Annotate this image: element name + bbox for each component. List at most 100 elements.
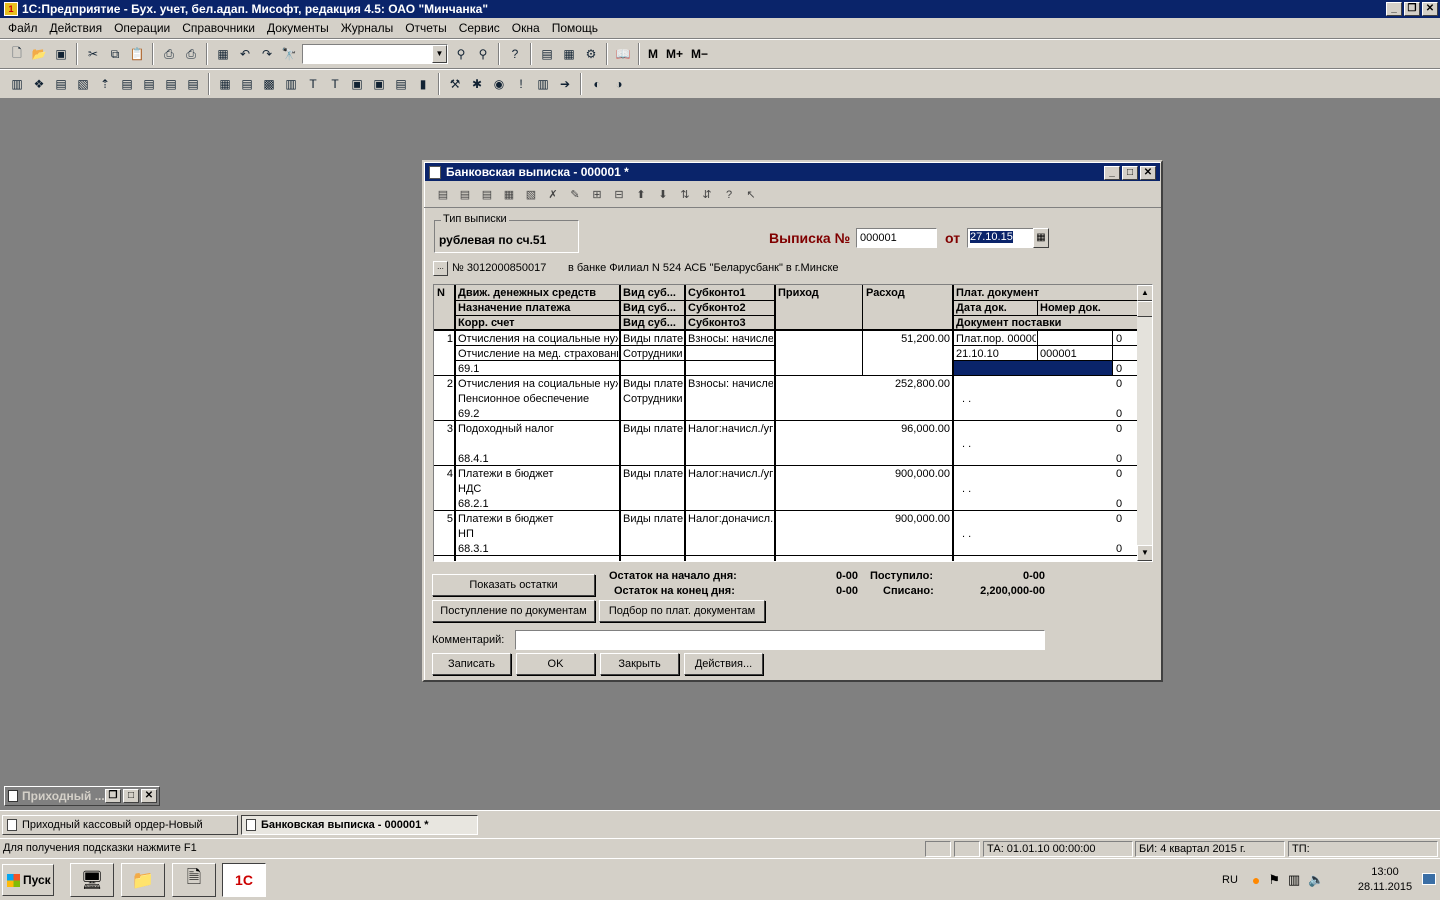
- cell-subconto1[interactable]: Взносы: начисление: [688, 332, 773, 346]
- tab-bank-statement[interactable]: Банковская выписка - 000001 *: [241, 815, 478, 835]
- update-icon[interactable]: ●: [1252, 872, 1260, 888]
- cut-icon[interactable]: ✂: [84, 45, 102, 63]
- cell-cash-flow[interactable]: Отчисления на социальные нужды: [458, 377, 618, 391]
- statement-date-input[interactable]: 27.10.15: [967, 228, 1034, 248]
- open-folder-icon[interactable]: 📂: [30, 45, 48, 63]
- cell-cash-flow[interactable]: Платежи в бюджет: [458, 467, 618, 481]
- tool-1c-icon[interactable]: ◉: [490, 75, 508, 93]
- cell-subconto-type[interactable]: Виды платежей: [623, 512, 683, 526]
- 1c-app-icon[interactable]: 1C: [222, 863, 266, 897]
- help-question-icon[interactable]: ?: [506, 45, 524, 63]
- cash-receipt-icon[interactable]: ▤: [140, 75, 158, 93]
- cell-subconto-type[interactable]: Виды платежей: [623, 422, 683, 436]
- edit-icon[interactable]: ✎: [566, 186, 584, 204]
- flag-icon[interactable]: ⚑: [1268, 872, 1280, 888]
- cell-doc-date[interactable]: . .: [962, 482, 971, 496]
- menu-references[interactable]: Справочники: [176, 21, 261, 35]
- minimized-window[interactable]: Приходный ... ❐ □ ✕: [4, 786, 160, 806]
- menu-actions[interactable]: Действия: [44, 21, 109, 35]
- show-desktop-icon[interactable]: [1422, 873, 1436, 885]
- dialog-close-button[interactable]: ✕: [1140, 166, 1156, 180]
- memory-minus-button[interactable]: M−: [691, 47, 708, 61]
- cell-flag[interactable]: 0: [1116, 332, 1122, 346]
- select-payment-docs-button[interactable]: Подбор по плат. документам: [599, 600, 765, 622]
- network-icon[interactable]: ▥: [1288, 872, 1300, 888]
- cell-flag[interactable]: 0: [1116, 452, 1122, 466]
- tool-hammer-icon[interactable]: ⚒: [446, 75, 464, 93]
- help-icon[interactable]: ?: [720, 186, 738, 204]
- cell-cash-flow[interactable]: Подоходный налог: [458, 422, 618, 436]
- volume-muted-icon[interactable]: 🔈: [1308, 872, 1324, 888]
- report-list-icon[interactable]: ▤: [238, 75, 256, 93]
- context-help-icon[interactable]: ↖: [742, 186, 760, 204]
- new-document-icon[interactable]: 🗋: [8, 45, 26, 63]
- close-button[interactable]: ✕: [1422, 2, 1438, 16]
- cell-flag[interactable]: 0: [1116, 422, 1122, 436]
- report-doc2-icon[interactable]: ▣: [370, 75, 388, 93]
- cell-expense[interactable]: 900,000.00: [866, 467, 950, 481]
- save-button[interactable]: Записать: [432, 653, 511, 675]
- cell-subconto1[interactable]: Налог:начисл./уплачен: [688, 422, 773, 436]
- entries-journal-icon[interactable]: ▤: [52, 75, 70, 93]
- cell-expense[interactable]: 51,200.00: [866, 332, 950, 346]
- report-table-icon[interactable]: ▦: [216, 75, 234, 93]
- paste-icon[interactable]: 📋: [128, 45, 146, 63]
- clear-row-icon[interactable]: ▧: [522, 186, 540, 204]
- payment-order-icon[interactable]: ▤: [118, 75, 136, 93]
- add-row-icon[interactable]: ▤: [434, 186, 452, 204]
- fill-icon[interactable]: ⊟: [610, 186, 628, 204]
- tab-cash-receipt-order[interactable]: Приходный кассовый ордер-Новый: [2, 815, 238, 835]
- find-prev-icon[interactable]: ⚲: [474, 45, 492, 63]
- computer-icon[interactable]: 🖥: [70, 863, 114, 897]
- scroll-down-icon[interactable]: ▼: [1137, 545, 1152, 561]
- cell-corr-account[interactable]: 68.4.1: [458, 452, 618, 466]
- close-dialog-button[interactable]: Закрыть: [600, 653, 679, 675]
- chevron-down-icon[interactable]: ▼: [432, 45, 447, 63]
- move-down-icon[interactable]: ⬇: [654, 186, 672, 204]
- copy-row-icon[interactable]: ▤: [456, 186, 474, 204]
- cell-expense[interactable]: 96,000.00: [866, 422, 950, 436]
- sort-asc-icon[interactable]: ⇅: [676, 186, 694, 204]
- print-icon[interactable]: ⎙: [160, 45, 178, 63]
- cash-expense-icon[interactable]: ▤: [162, 75, 180, 93]
- cell-flag[interactable]: 0: [1116, 467, 1122, 481]
- tool-alert-icon[interactable]: !: [512, 75, 530, 93]
- cell-subconto-type[interactable]: Виды платежей: [623, 467, 683, 481]
- cell-subconto1[interactable]: Налог:доначисл.: [688, 512, 773, 526]
- scroll-up-icon[interactable]: ▲: [1137, 285, 1152, 301]
- menu-operations[interactable]: Операции: [108, 21, 176, 35]
- cell-purpose[interactable]: НДС: [458, 482, 618, 496]
- book-icon[interactable]: 📖: [614, 45, 632, 63]
- menu-reports[interactable]: Отчеты: [399, 21, 452, 35]
- ok-button[interactable]: OK: [516, 653, 595, 675]
- report-chart-icon[interactable]: ▮: [414, 75, 432, 93]
- comment-input[interactable]: [515, 630, 1045, 650]
- report-grid-icon[interactable]: ▩: [260, 75, 278, 93]
- restore-window-button[interactable]: ❐: [105, 789, 121, 803]
- menu-documents[interactable]: Документы: [261, 21, 335, 35]
- cell-purpose[interactable]: НП: [458, 527, 618, 541]
- menu-service[interactable]: Сервис: [453, 21, 506, 35]
- close-window-button[interactable]: ✕: [141, 789, 157, 803]
- cell-subconto-type[interactable]: Виды платежей: [623, 332, 683, 346]
- cell-corr-account[interactable]: 69.1: [458, 362, 618, 376]
- save-icon[interactable]: ▣: [52, 45, 70, 63]
- receipts-by-documents-button[interactable]: Поступление по документам: [432, 600, 595, 622]
- clock[interactable]: 13:00 28.11.2015: [1350, 865, 1420, 895]
- show-balance-button[interactable]: Показать остатки: [432, 574, 595, 596]
- operations-journal-icon[interactable]: ❖: [30, 75, 48, 93]
- report-doc-icon[interactable]: ▣: [348, 75, 366, 93]
- folder-icon[interactable]: 📁: [121, 863, 165, 897]
- settings-icon[interactable]: ⚙: [582, 45, 600, 63]
- undo-icon[interactable]: ↶: [236, 45, 254, 63]
- globe2-icon[interactable]: ◑: [610, 75, 628, 93]
- report-page-icon[interactable]: ▤: [392, 75, 410, 93]
- cell-doc-number[interactable]: 000001: [1040, 347, 1110, 361]
- calendar-picker-icon[interactable]: ▦: [1033, 228, 1049, 248]
- cell-subconto-type[interactable]: Сотрудники: [623, 392, 683, 406]
- statement-table[interactable]: N Движ. денежных средств Назначение плат…: [433, 284, 1153, 562]
- restore-button[interactable]: ❐: [1404, 2, 1420, 16]
- cell-expense[interactable]: 900,000.00: [866, 512, 950, 526]
- documents-journal-icon[interactable]: ▧: [74, 75, 92, 93]
- edit-row-icon[interactable]: ▦: [500, 186, 518, 204]
